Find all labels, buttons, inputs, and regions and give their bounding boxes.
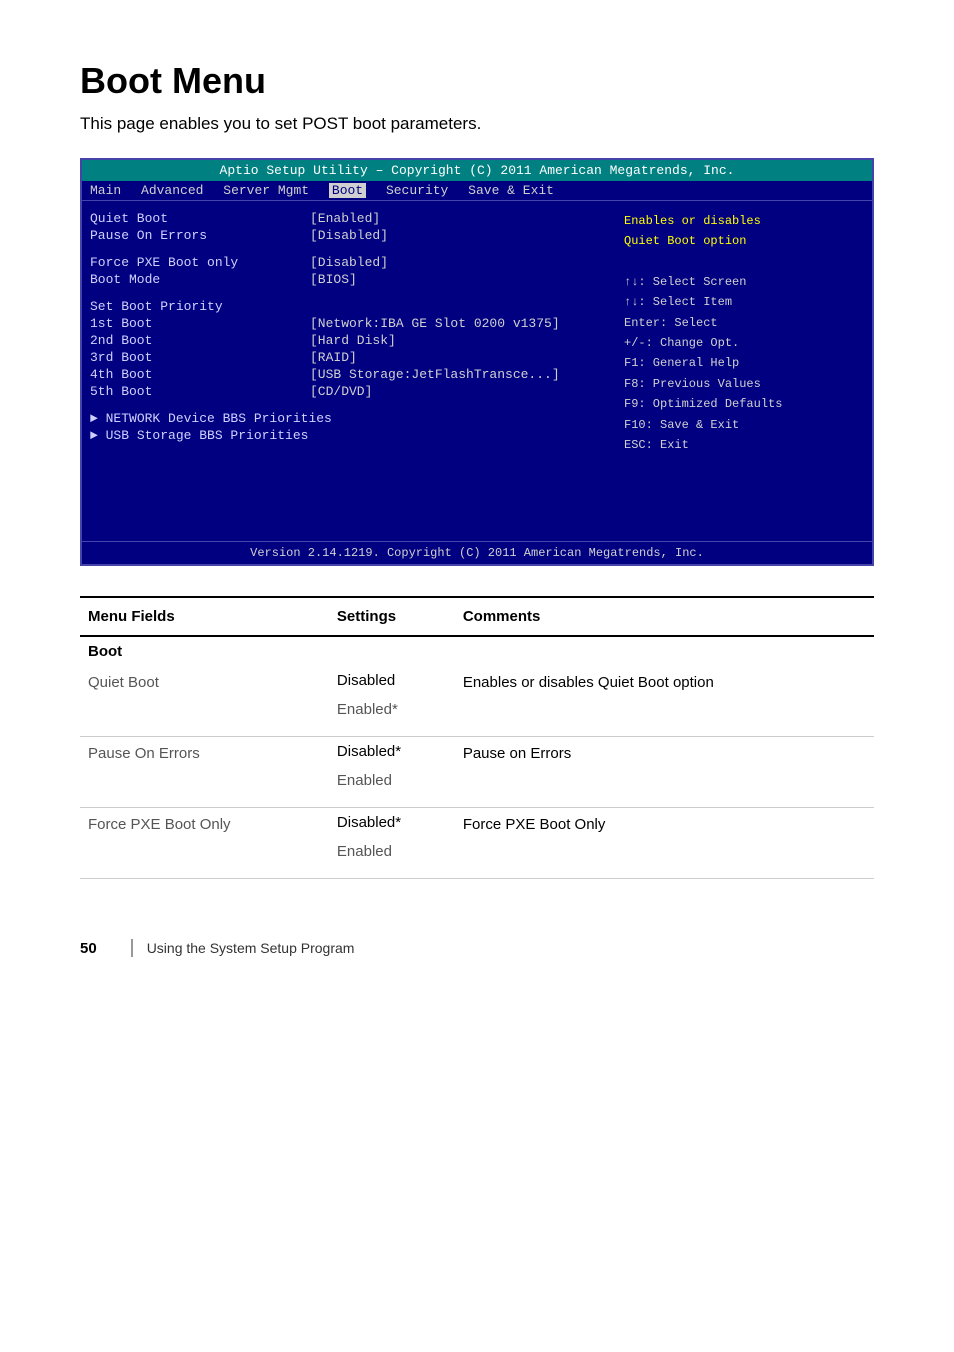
bios-label-quiet-boot: Quiet Boot	[90, 211, 310, 226]
bios-row-pause-errors: Pause On Errors [Disabled]	[90, 228, 624, 243]
bios-label-2nd-boot: 2nd Boot	[90, 333, 310, 348]
setting-force-pxe-enabled: Enabled	[329, 837, 455, 866]
footer-page-number: 50	[80, 940, 97, 957]
bios-label-3rd-boot: 3rd Boot	[90, 350, 310, 365]
bios-label-boot-mode: Boot Mode	[90, 272, 310, 287]
setting-force-pxe-disabled: Disabled*	[329, 808, 455, 838]
bios-menu-server[interactable]: Server Mgmt	[223, 183, 309, 198]
field-force-pxe-label: Force PXE Boot Only	[80, 808, 329, 867]
comment-quiet-boot: Enables or disables Quiet Boot option	[455, 666, 874, 724]
bios-row-force-pxe: Force PXE Boot only [Disabled]	[90, 255, 624, 270]
section-boot-label: Boot	[80, 636, 329, 666]
bios-screen: Aptio Setup Utility – Copyright (C) 2011…	[80, 158, 874, 566]
setting-quiet-boot-enabled: Enabled*	[329, 695, 455, 724]
bios-value-force-pxe: [Disabled]	[310, 255, 388, 270]
table-row-quiet-boot: Quiet Boot Disabled Enables or disables …	[80, 666, 874, 695]
col-header-comments: Comments	[455, 597, 874, 636]
col-header-menu-fields: Menu Fields	[80, 597, 329, 636]
bios-key-enter: Enter: Select	[624, 313, 864, 333]
bios-row-3rd-boot: 3rd Boot [RAID]	[90, 350, 624, 365]
bios-value-4th-boot: [USB Storage:JetFlashTransce...]	[310, 367, 560, 382]
bios-key-f8: F8: Previous Values	[624, 374, 864, 394]
bios-row-set-boot-priority: Set Boot Priority	[90, 299, 624, 314]
bios-row-4th-boot: 4th Boot [USB Storage:JetFlashTransce...…	[90, 367, 624, 382]
divider-after-pause-errors	[80, 795, 874, 808]
bios-value-quiet-boot: [Enabled]	[310, 211, 380, 226]
table-row-pause-errors: Pause On Errors Disabled* Pause on Error…	[80, 737, 874, 767]
bios-key-f1: F1: General Help	[624, 353, 864, 373]
bios-key-esc: ESC: Exit	[624, 435, 864, 455]
bios-footer: Version 2.14.1219. Copyright (C) 2011 Am…	[82, 541, 872, 564]
bios-label-5th-boot: 5th Boot	[90, 384, 310, 399]
bios-right-panel: Enables or disablesQuiet Boot option ↑↓:…	[624, 211, 864, 531]
setting-pause-errors-enabled: Enabled	[329, 766, 455, 795]
bios-menu-advanced[interactable]: Advanced	[141, 183, 203, 198]
col-header-settings: Settings	[329, 597, 455, 636]
footer-divider	[131, 939, 133, 957]
bios-key-f10: F10: Save & Exit	[624, 415, 864, 435]
bios-value-2nd-boot: [Hard Disk]	[310, 333, 396, 348]
page-title: Boot Menu	[80, 60, 874, 102]
bios-key-change: +/-: Change Opt.	[624, 333, 864, 353]
bios-value-5th-boot: [CD/DVD]	[310, 384, 372, 399]
bios-row-1st-boot: 1st Boot [Network:IBA GE Slot 0200 v1375…	[90, 316, 624, 331]
bios-value-pause-errors: [Disabled]	[310, 228, 388, 243]
bios-menu-bar: Main Advanced Server Mgmt Boot Security …	[82, 181, 872, 201]
bios-key-f9: F9: Optimized Defaults	[624, 394, 864, 414]
bios-row-5th-boot: 5th Boot [CD/DVD]	[90, 384, 624, 399]
page-footer: 50 Using the System Setup Program	[80, 939, 874, 957]
bios-label-4th-boot: 4th Boot	[90, 367, 310, 382]
divider-after-force-pxe	[80, 866, 874, 879]
bios-left-panel: Quiet Boot [Enabled] Pause On Errors [Di…	[90, 211, 624, 531]
bios-row-2nd-boot: 2nd Boot [Hard Disk]	[90, 333, 624, 348]
bios-menu-security[interactable]: Security	[386, 183, 448, 198]
bios-label-force-pxe: Force PXE Boot only	[90, 255, 310, 270]
bios-menu-main[interactable]: Main	[90, 183, 121, 198]
bios-value-1st-boot: [Network:IBA GE Slot 0200 v1375]	[310, 316, 560, 331]
bios-key-select-item: ↑↓: Select Item	[624, 292, 864, 312]
bios-key-hints: ↑↓: Select Screen ↑↓: Select Item Enter:…	[624, 272, 864, 456]
bios-title-bar: Aptio Setup Utility – Copyright (C) 2011…	[82, 160, 872, 181]
bios-help-description: Enables or disablesQuiet Boot option	[624, 211, 864, 252]
field-quiet-boot-label: Quiet Boot	[80, 666, 329, 724]
divider-after-quiet-boot	[80, 724, 874, 737]
menu-fields-table: Menu Fields Settings Comments Boot Quiet…	[80, 596, 874, 879]
bios-row-quiet-boot: Quiet Boot [Enabled]	[90, 211, 624, 226]
footer-text: Using the System Setup Program	[147, 940, 355, 956]
comment-force-pxe: Force PXE Boot Only	[455, 808, 874, 867]
bios-menu-boot[interactable]: Boot	[329, 183, 366, 198]
bios-menu-save[interactable]: Save & Exit	[468, 183, 554, 198]
comment-pause-errors: Pause on Errors	[455, 737, 874, 796]
field-pause-errors-label: Pause On Errors	[80, 737, 329, 796]
setting-pause-errors-disabled: Disabled*	[329, 737, 455, 767]
bios-value-boot-mode: [BIOS]	[310, 272, 357, 287]
bios-key-select-screen: ↑↓: Select Screen	[624, 272, 864, 292]
bios-row-boot-mode: Boot Mode [BIOS]	[90, 272, 624, 287]
bios-content-area: Quiet Boot [Enabled] Pause On Errors [Di…	[82, 201, 872, 541]
bios-label-1st-boot: 1st Boot	[90, 316, 310, 331]
bios-submenu-network[interactable]: NETWORK Device BBS Priorities	[90, 411, 624, 426]
setting-quiet-boot-disabled: Disabled	[329, 666, 455, 695]
bios-label-set-boot: Set Boot Priority	[90, 299, 310, 314]
table-header-row: Menu Fields Settings Comments	[80, 597, 874, 636]
bios-value-3rd-boot: [RAID]	[310, 350, 357, 365]
section-boot: Boot	[80, 636, 874, 666]
table-row-force-pxe: Force PXE Boot Only Disabled* Force PXE …	[80, 808, 874, 838]
page-subtitle: This page enables you to set POST boot p…	[80, 114, 874, 134]
bios-submenu-usb[interactable]: USB Storage BBS Priorities	[90, 428, 624, 443]
bios-label-pause-errors: Pause On Errors	[90, 228, 310, 243]
